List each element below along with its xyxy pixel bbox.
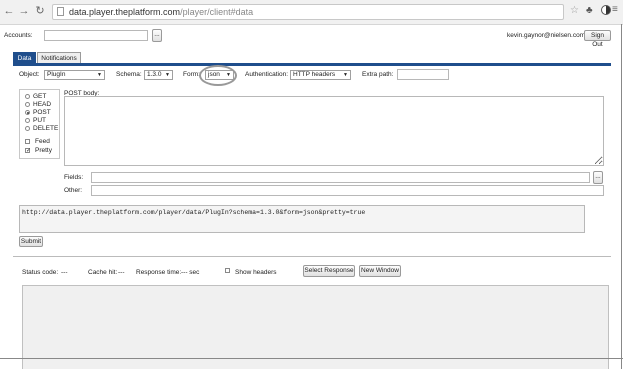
extra-path-label: Extra path: — [362, 71, 394, 78]
arrow-right-icon[interactable]: → — [18, 4, 30, 18]
pretty-checkbox[interactable]: ✓ — [25, 148, 31, 154]
extension-icon[interactable] — [601, 5, 611, 15]
method-head-radio[interactable] — [25, 102, 30, 107]
arrow-left-icon[interactable]: ← — [3, 4, 15, 18]
pretty-label: Pretty — [35, 147, 52, 154]
cache-hit-label: Cache hit: — [88, 269, 118, 276]
address-bar[interactable]: data.player.theplatform.com/player/clien… — [52, 4, 564, 20]
status-code-value: --- — [61, 269, 68, 276]
method-delete-radio[interactable] — [25, 126, 30, 131]
form-label: Form: — [183, 71, 200, 78]
window-frame-right — [621, 24, 622, 369]
chevron-down-icon: ▼ — [97, 72, 102, 78]
feed-label: Feed — [35, 138, 50, 145]
cache-hit-value: --- — [118, 269, 125, 276]
schema-label: Schema: — [116, 71, 142, 78]
object-select[interactable]: PlugIn ▼ — [44, 70, 105, 80]
accounts-label: Accounts: — [4, 32, 33, 39]
submit-button[interactable]: Submit — [19, 236, 43, 247]
address-text: data.player.theplatform.com/player/clien… — [69, 7, 254, 17]
response-time-value: --- sec — [181, 269, 200, 276]
extra-path-input[interactable] — [397, 69, 449, 80]
post-body-textarea[interactable] — [64, 96, 604, 166]
other-label: Other: — [64, 187, 83, 194]
menu-icon[interactable]: ≡ — [612, 4, 618, 15]
schema-value: 1.3.0 — [147, 71, 162, 78]
accounts-lookup-button[interactable]: ... — [152, 29, 162, 42]
response-time-label: Response time: — [136, 269, 182, 276]
response-output[interactable] — [22, 285, 609, 369]
tab-data[interactable]: Data — [13, 52, 36, 63]
sign-out-button[interactable]: Sign Out — [584, 30, 611, 48]
fields-lookup-button[interactable]: ... — [593, 171, 603, 184]
accounts-input[interactable] — [44, 30, 148, 41]
fields-label: Fields: — [64, 174, 84, 181]
method-delete-label: DELETE — [33, 125, 59, 132]
status-code-label: Status code: — [22, 269, 59, 276]
request-url[interactable]: http://data.player.theplatform.com/playe… — [19, 205, 585, 233]
tab-underline — [13, 63, 611, 66]
show-headers-label: Show headers — [235, 269, 277, 276]
divider — [13, 256, 611, 257]
chevron-down-icon: ▼ — [165, 72, 170, 78]
window-frame-bottom — [0, 358, 623, 359]
new-window-button[interactable]: New Window — [359, 265, 401, 277]
show-headers-checkbox[interactable] — [225, 268, 230, 273]
method-get-radio[interactable] — [25, 94, 30, 99]
feed-checkbox[interactable] — [25, 139, 30, 144]
authentication-select[interactable]: HTTP headers ▼ — [290, 70, 351, 80]
other-input[interactable] — [91, 185, 604, 196]
authentication-value: HTTP headers — [293, 71, 336, 78]
object-label: Object: — [19, 71, 40, 78]
user-email: kevin.gaynor@nielsen.com — [507, 32, 586, 39]
method-post-radio[interactable] — [25, 110, 30, 115]
highlight-ellipse — [199, 65, 237, 86]
star-icon[interactable]: ☆ — [570, 5, 579, 16]
authentication-label: Authentication: — [245, 71, 289, 78]
fields-input[interactable] — [91, 172, 590, 183]
page-icon — [57, 7, 64, 16]
tab-notifications[interactable]: Notifications — [37, 52, 81, 63]
schema-select[interactable]: 1.3.0 ▼ — [144, 70, 173, 80]
chevron-down-icon: ▼ — [343, 72, 348, 78]
reload-icon[interactable]: ↻ — [34, 4, 46, 18]
select-response-button[interactable]: Select Response — [303, 265, 355, 277]
method-put-radio[interactable] — [25, 118, 30, 123]
puzzle-icon[interactable]: ♣ — [586, 5, 593, 16]
object-value: PlugIn — [47, 71, 66, 78]
